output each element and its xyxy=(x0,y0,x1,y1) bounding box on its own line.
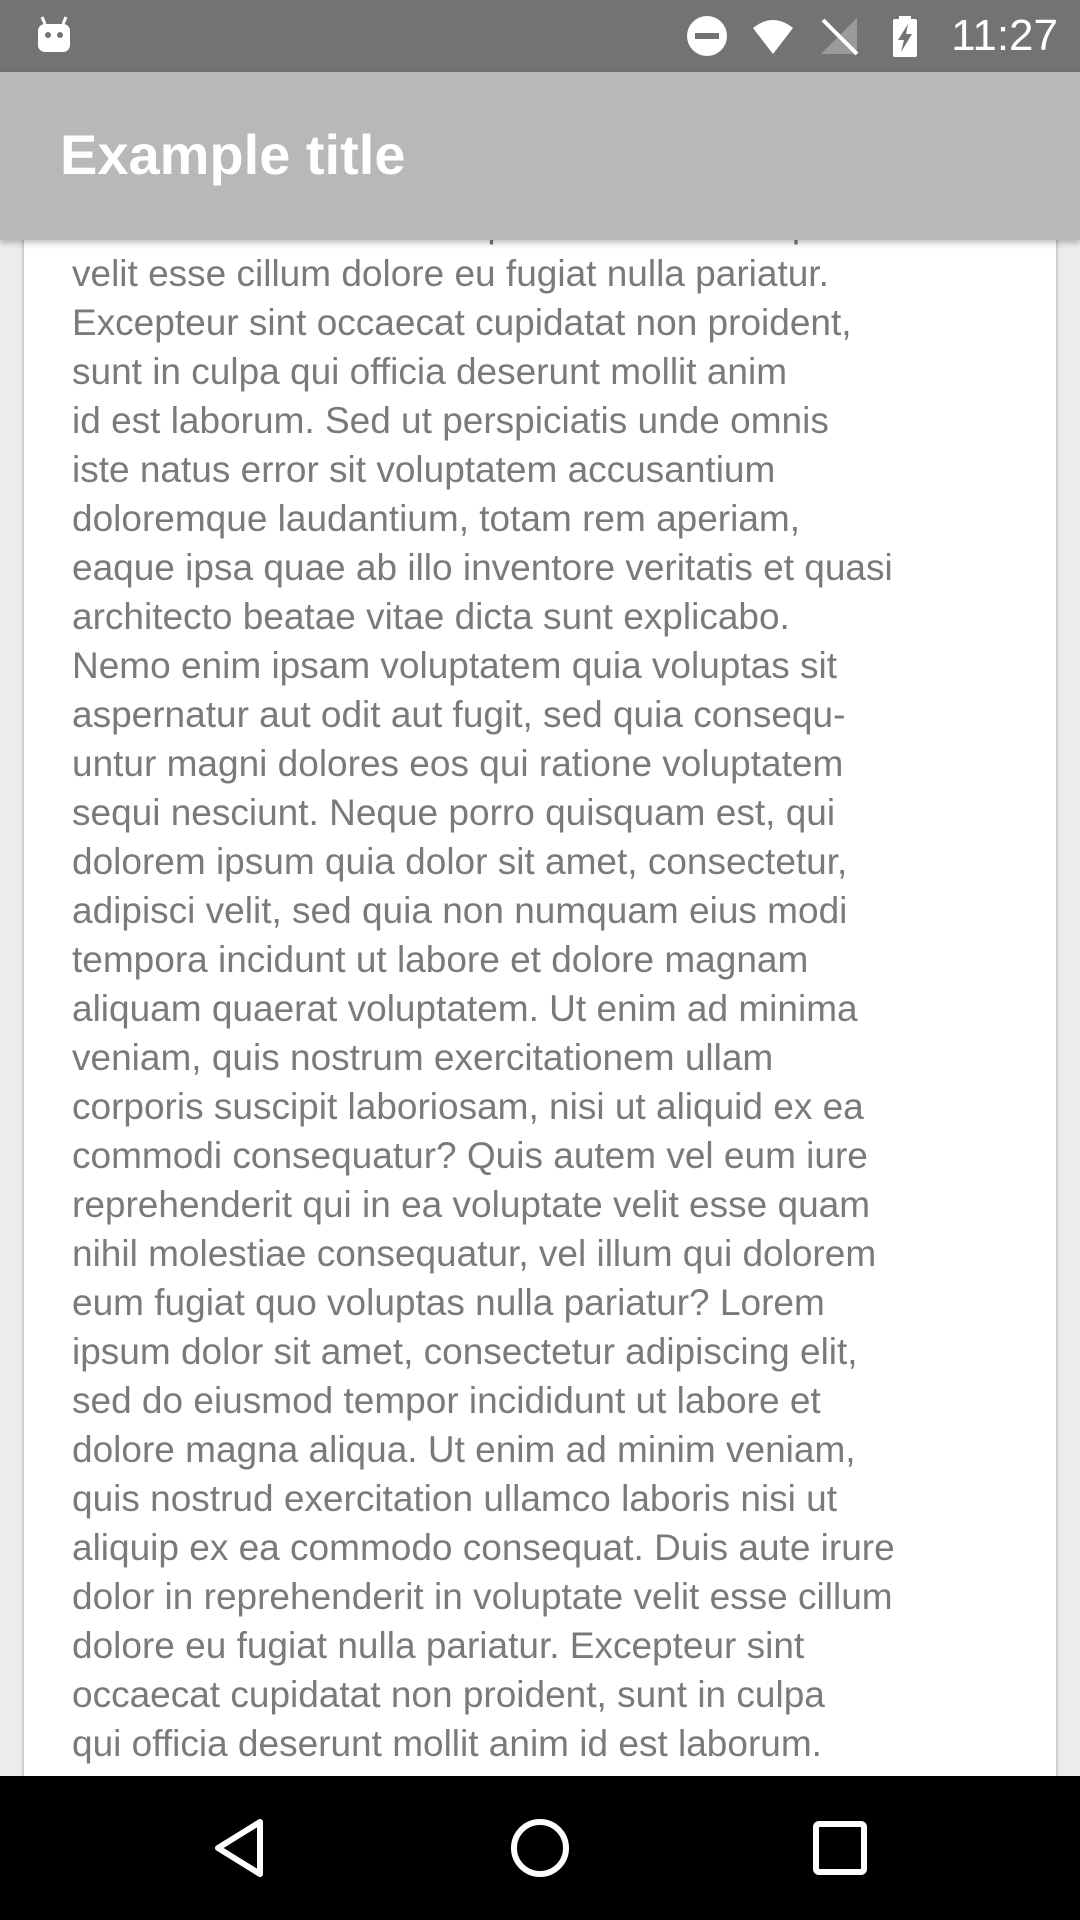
home-icon[interactable] xyxy=(508,1816,572,1880)
wifi-icon xyxy=(751,14,795,58)
body-text: Duis aute irure dolor in reprehenderit i… xyxy=(72,240,895,1764)
status-time: 11:27 xyxy=(951,11,1058,60)
page-title: Example title xyxy=(60,123,406,186)
recents-icon[interactable] xyxy=(808,1816,872,1880)
scroll-content[interactable]: Duis aute irure dolor in reprehenderit i… xyxy=(0,240,1080,1776)
battery-charging-icon xyxy=(883,14,927,58)
android-icon xyxy=(36,14,72,54)
status-bar: 11:27 xyxy=(0,0,1080,72)
back-icon[interactable] xyxy=(208,1816,272,1880)
app-bar: Example title xyxy=(0,72,1080,240)
do-not-disturb-icon xyxy=(685,14,729,58)
navigation-bar xyxy=(0,1776,1080,1920)
text-card: Duis aute irure dolor in reprehenderit i… xyxy=(24,240,1056,1776)
no-signal-icon xyxy=(817,14,861,58)
